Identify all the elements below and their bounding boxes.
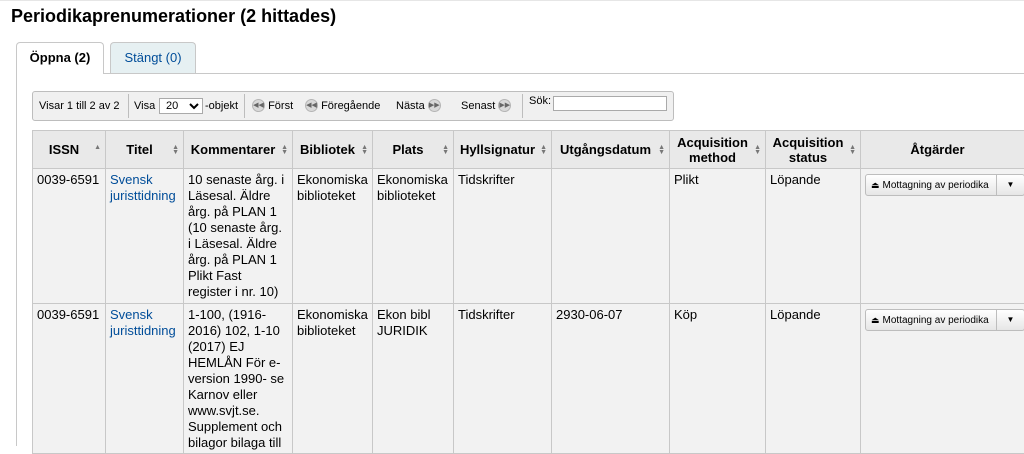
col-header-comments[interactable]: Kommentarer▲▼ [184,131,293,169]
page-size-label: Visa [134,92,155,120]
previous-page-button[interactable]: ◀◀ Föregående [305,92,380,120]
cell-acq-status: Löpande [766,169,861,304]
col-header-acq-status[interactable]: Acquisitionstatus▲▼ [766,131,861,169]
cell-library: Ekonomiska biblioteket [293,169,373,304]
cell-title: Svensk juristtidning [106,169,184,304]
previous-page-label: Föregående [321,100,380,112]
cell-expiration [552,169,670,304]
cell-acq-status: Löpande [766,304,861,454]
page-size-select[interactable]: 20 [159,98,203,114]
actions-dropdown-toggle[interactable]: ▼ [997,174,1024,196]
cell-acq-method: Köp [670,304,766,454]
col-header-acq-method[interactable]: Acquisitionmethod▲▼ [670,131,766,169]
pager-divider [244,94,245,118]
sort-both-icon: ▲▼ [540,145,547,155]
caret-down-icon: ▼ [1007,315,1015,324]
sort-both-icon: ▲▼ [442,145,449,155]
table-row: 0039-6591 Svensk juristtidning 1-100, (1… [33,304,1024,454]
sort-both-icon: ▲▼ [172,145,179,155]
col-header-title[interactable]: Titel▲▼ [106,131,184,169]
receive-serial-button[interactable]: ⏏Mottagning av periodika [865,174,997,196]
page-title: Periodikaprenumerationer (2 hittades) [11,6,336,27]
receive-serial-button[interactable]: ⏏Mottagning av periodika [865,309,997,331]
title-link[interactable]: Svensk juristtidning [110,172,176,203]
col-header-callnumber[interactable]: Hyllsignatur▲▼ [454,131,552,169]
sort-both-icon: ▲▼ [849,145,856,155]
search-label: Sök: [529,87,551,115]
last-page-button[interactable]: Senast ▶▶ [461,92,511,120]
actions-dropdown-toggle[interactable]: ▼ [997,309,1024,331]
cell-actions: ⏏Mottagning av periodika ▼ [861,169,1024,304]
col-header-library[interactable]: Bibliotek▲▼ [293,131,373,169]
col-header-issn[interactable]: ISSN▲ [33,131,106,169]
cell-location: Ekon bibl JURIDIK [373,304,454,454]
cell-issn: 0039-6591 [33,169,106,304]
cell-title: Svensk juristtidning [106,304,184,454]
pager-divider [522,94,523,118]
tab-closed[interactable]: Stängt (0) [110,42,196,73]
cell-callnumber: Tidskrifter [454,169,552,304]
table-header-row: ISSN▲ Titel▲▼ Kommentarer▲▼ Bibliotek▲▼ … [33,131,1024,169]
sort-both-icon: ▲▼ [361,145,368,155]
pager-info: Visar 1 till 2 av 2 [39,92,120,120]
first-page-label: Först [268,100,293,112]
cell-acq-method: Plikt [670,169,766,304]
col-header-actions: Åtgärder [861,131,1024,169]
cell-expiration: 2930-06-07 [552,304,670,454]
sort-asc-icon: ▲ [94,145,101,150]
next-page-button[interactable]: Nästa ▶▶ [396,92,441,120]
next-page-icon: ▶▶ [428,99,441,112]
cell-comments: 10 senaste årg. i Läsesal. Äldre årg. på… [184,169,293,304]
sort-both-icon: ▲▼ [658,145,665,155]
last-page-label: Senast [461,100,495,112]
table-row: 0039-6591 Svensk juristtidning 10 senast… [33,169,1024,304]
col-header-expiration[interactable]: Utgångsdatum▲▼ [552,131,670,169]
inbox-icon: ⏏ [871,310,880,330]
tab-open[interactable]: Öppna (2) [16,42,104,74]
cell-location: Ekonomiska biblioteket [373,169,454,304]
cell-issn: 0039-6591 [33,304,106,454]
receive-serial-label: Mottagning av periodika [883,315,989,326]
receive-serial-label: Mottagning av periodika [883,180,989,191]
cell-actions: ⏏Mottagning av periodika ▼ [861,304,1024,454]
receive-split-button: ⏏Mottagning av periodika ▼ [865,174,1024,196]
cell-callnumber: Tidskrifter [454,304,552,454]
title-link[interactable]: Svensk juristtidning [110,307,176,338]
pager-divider [128,94,129,118]
col-header-location[interactable]: Plats▲▼ [373,131,454,169]
previous-page-icon: ◀◀ [305,99,318,112]
last-page-icon: ▶▶ [498,99,511,112]
caret-down-icon: ▼ [1007,180,1015,189]
cell-comments: 1-100, (1916-2016) 102, 1-10 (2017) EJ H… [184,304,293,454]
next-page-label: Nästa [396,100,425,112]
cell-library: Ekonomiska biblioteket [293,304,373,454]
first-page-button[interactable]: ◀◀ Först [252,92,293,120]
table-pager-toolbar: Visar 1 till 2 av 2 Visa 20 -objekt ◀◀ F… [32,91,674,121]
inbox-icon: ⏏ [871,175,880,195]
sort-both-icon: ▲▼ [281,145,288,155]
search-input[interactable] [553,96,667,111]
receive-split-button: ⏏Mottagning av periodika ▼ [865,309,1024,331]
subscriptions-table: ISSN▲ Titel▲▼ Kommentarer▲▼ Bibliotek▲▼ … [32,130,1024,454]
top-divider [0,0,1024,1]
sort-both-icon: ▲▼ [754,145,761,155]
first-page-icon: ◀◀ [252,99,265,112]
objects-label: -objekt [205,92,238,120]
